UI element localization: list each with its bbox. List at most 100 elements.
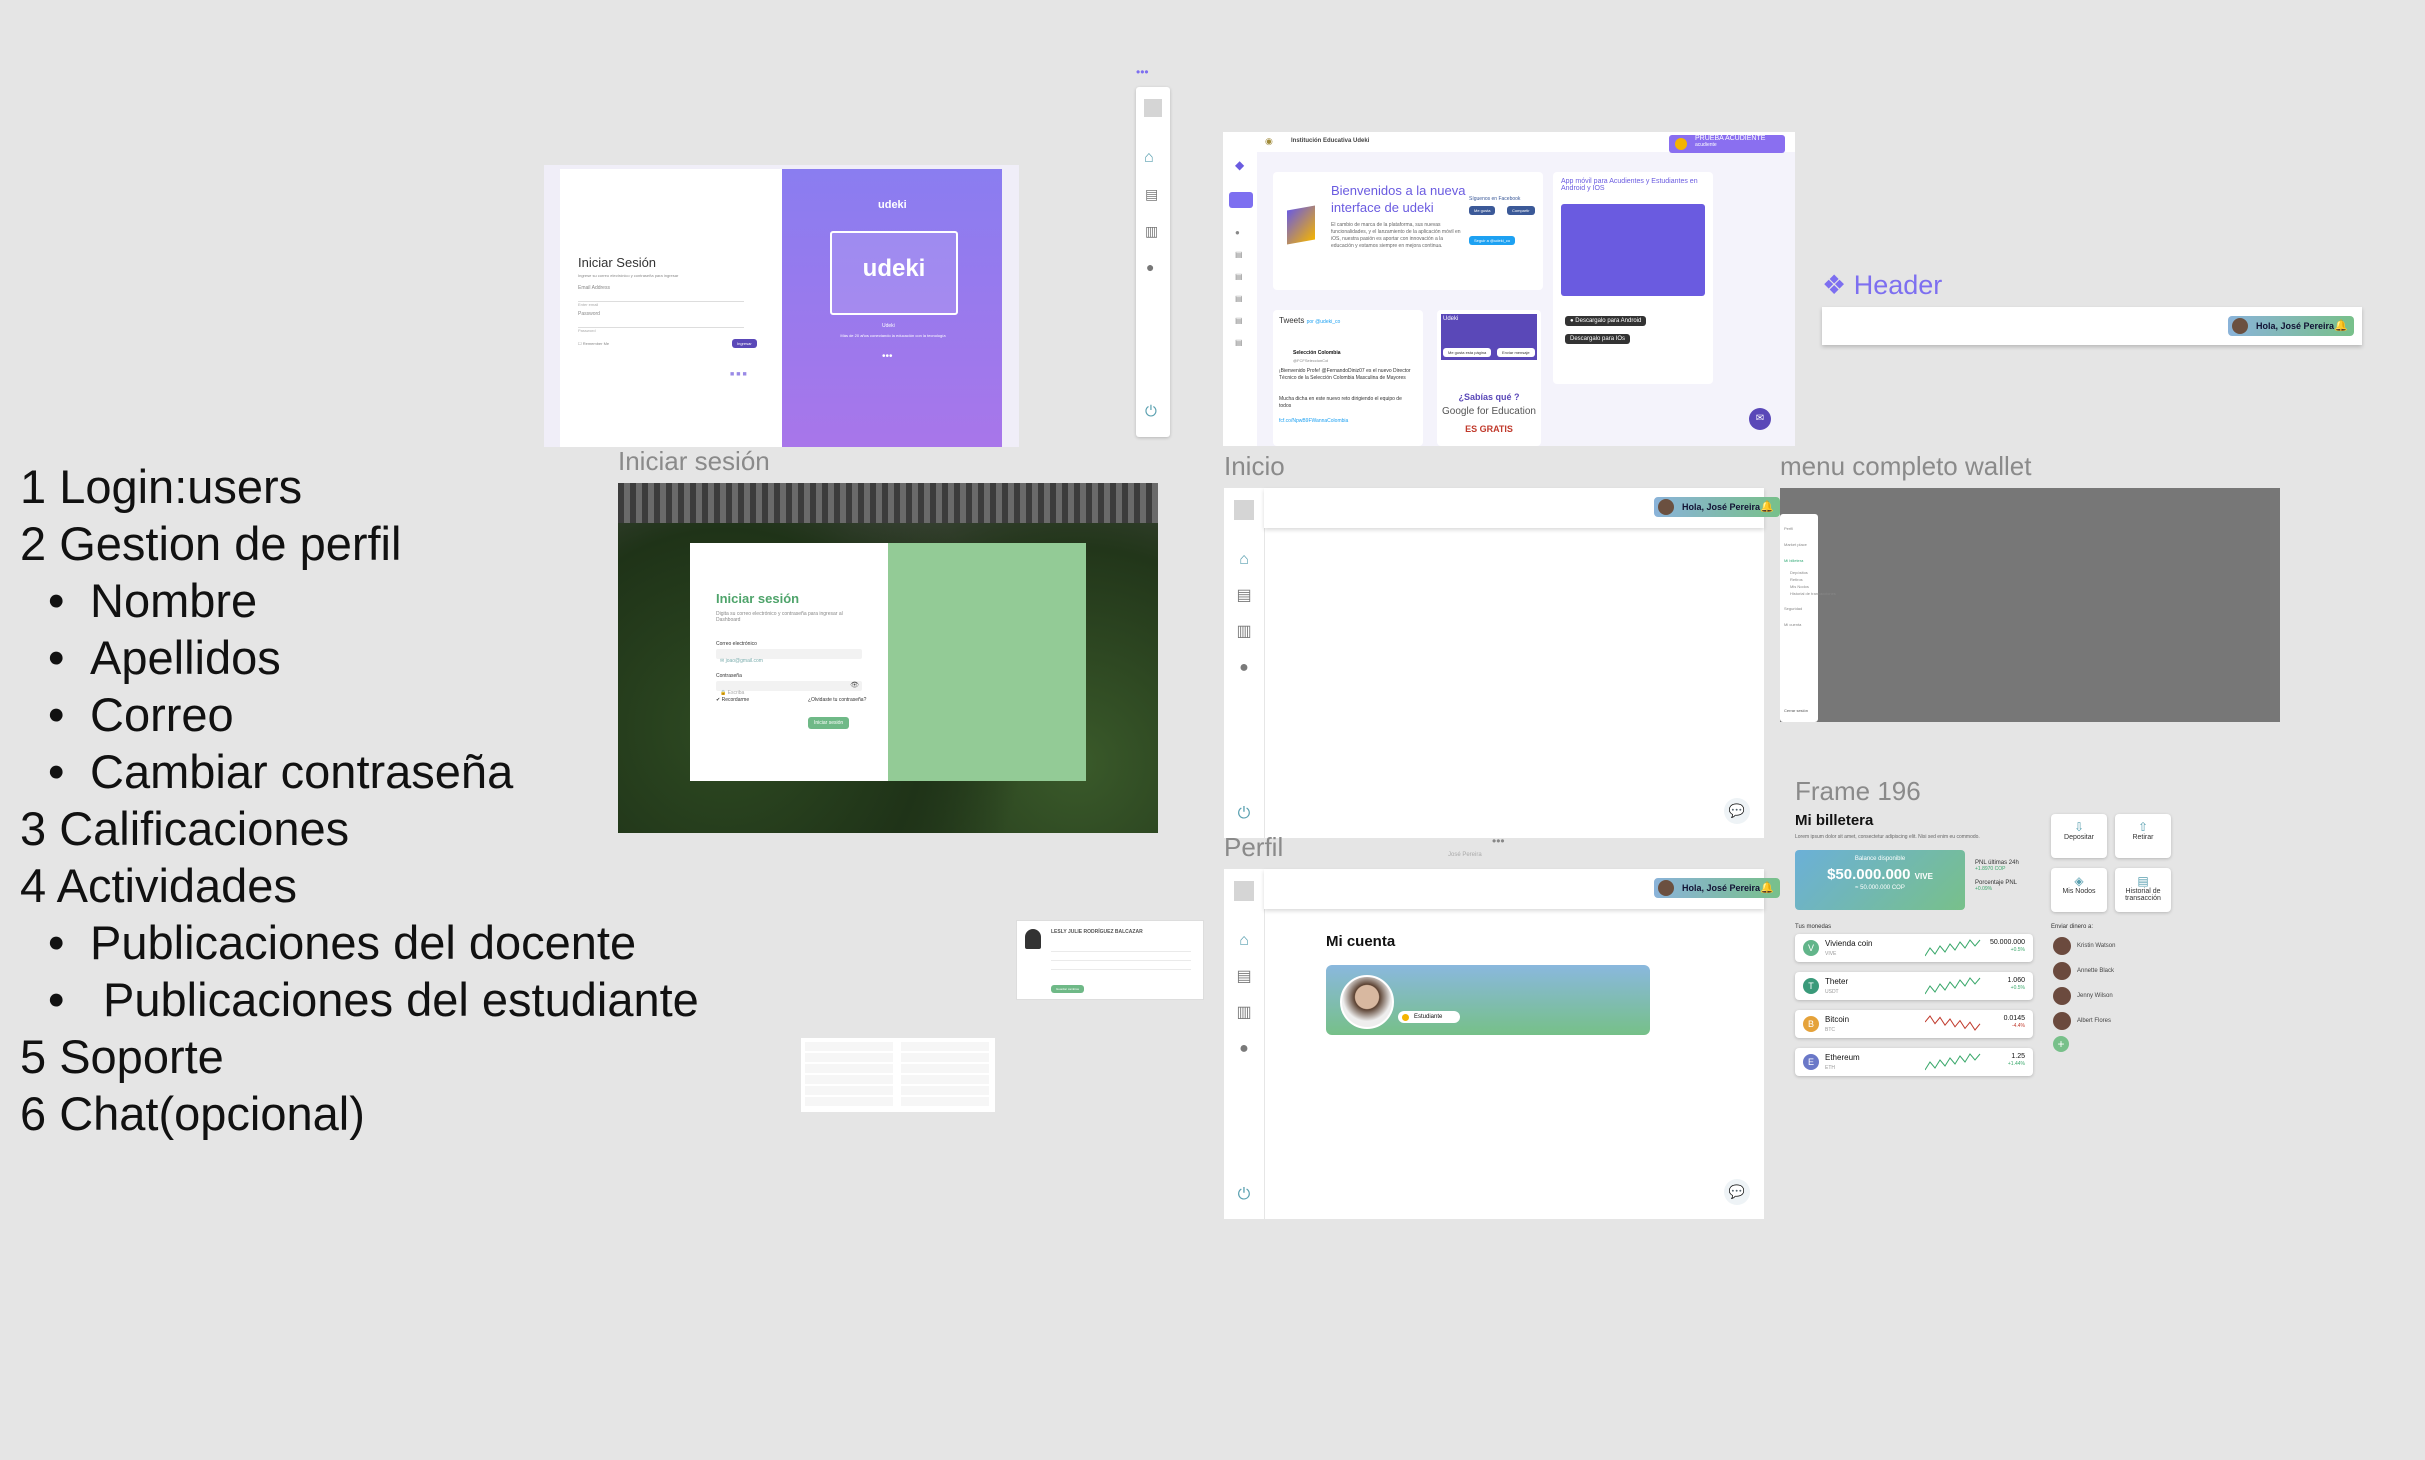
wallet-menu-item[interactable]: Mi cuenta xyxy=(1784,622,1801,627)
old-home-frame: ◉ Institución Educativa Udeki PRUEBA ACU… xyxy=(1223,132,1795,446)
login-title: Iniciar sesión xyxy=(716,591,800,606)
tweet-text: ¡Bienvenido Profe! @FernandoDiniz07 es e… xyxy=(1279,368,1411,381)
power-icon[interactable]: ⏻ xyxy=(1234,1185,1254,1205)
user-greeting-pill[interactable]: Hola, José Pereira 🔔 xyxy=(2228,316,2354,336)
old-home-menu-icons[interactable]: ● ▤ ▤ ▤ ▤ ▤ xyxy=(1235,222,1243,354)
bell-icon[interactable]: 🔔 xyxy=(1760,497,1774,517)
wallet-logout-button[interactable]: Cerrar sesión xyxy=(1784,708,1808,713)
user-greeting-pill[interactable]: Hola, José Pereira 🔔 xyxy=(1654,497,1780,517)
wallet-menu-item[interactable]: Seguridad xyxy=(1784,606,1802,611)
carousel-dots[interactable]: ••• xyxy=(882,351,893,362)
show-password-icon[interactable]: 👁 xyxy=(850,681,859,689)
wallet-action-button[interactable]: ◈ Mis Nodos xyxy=(2051,868,2107,912)
wallet-menu-item[interactable]: Mis Nodos xyxy=(1790,584,1809,589)
login-submit-button[interactable]: Iniciar sesión xyxy=(808,717,850,729)
activities-icon[interactable]: ▥ xyxy=(1234,622,1254,642)
activities-icon[interactable]: ▥ xyxy=(1234,1003,1254,1023)
chat-icon[interactable]: 💬 xyxy=(1724,1179,1750,1205)
bell-icon[interactable]: 🔔 xyxy=(2334,316,2348,336)
activities-icon[interactable]: ▥ xyxy=(1145,223,1158,240)
balance-card: Balance disponible $50.000.000 VIVE ≈ 50… xyxy=(1795,850,1965,910)
profile-avatar[interactable] xyxy=(1340,975,1394,1029)
remember-checkbox[interactable]: ✔ Recordarme xyxy=(716,697,749,703)
coin-row[interactable]: E Ethereum ETH 1.25 +1.44% xyxy=(1795,1048,2033,1076)
my-account-title: Mi cuenta xyxy=(1326,933,1396,950)
user-icon[interactable]: ● xyxy=(1234,658,1254,678)
coin-row[interactable]: T Theter USDT 1.060 +0.5% xyxy=(1795,972,2033,1000)
profile-banner: Estudiante xyxy=(1326,965,1650,1035)
coin-name: Vivienda coin VIVE xyxy=(1825,939,1873,957)
contact-item[interactable]: Kristin Watson xyxy=(2051,936,2115,956)
perfil-sidebar: ⌂ ▤ ▥ ● ⏻ xyxy=(1224,869,1265,1219)
wallet-menu-item[interactable]: Retiros xyxy=(1790,577,1803,582)
login-card: Iniciar sesión Digita su correo electrón… xyxy=(690,543,888,781)
send-money-title: Enviar dinero a: xyxy=(2051,924,2094,930)
email-field[interactable]: ✉ joao@gmail.com xyxy=(716,649,862,664)
activities-list-right xyxy=(901,1042,989,1108)
wallet-frame: Mi billetera Lorem ipsum dolor sit amet,… xyxy=(1795,810,2175,1090)
password-field[interactable]: 🔒 Escriba 👁 xyxy=(716,681,862,696)
old-login-submit[interactable]: Ingresar xyxy=(732,339,757,348)
action-icon: ◈ xyxy=(2074,874,2084,888)
user-icon[interactable]: ● xyxy=(1146,259,1154,275)
fb-page-like-button[interactable]: Me gusta esta página xyxy=(1443,348,1492,357)
wallet-menu-item[interactable]: Market place xyxy=(1784,542,1807,547)
tweet-link[interactable]: fcf.co/NpwB9FWannaColombia xyxy=(1279,418,1348,424)
sidebar-component-handle[interactable]: ••• xyxy=(1136,65,1149,79)
tweet-more: Mucha dicha en este nuevo reto dirigiend… xyxy=(1279,396,1402,409)
contact-item[interactable]: Annette Black xyxy=(2051,961,2114,981)
wallet-menu-item[interactable]: Mi billetera xyxy=(1784,558,1803,563)
coins-title: Tus monedas xyxy=(1795,924,1832,930)
contact-item[interactable]: Albert Flores xyxy=(2051,1011,2111,1031)
old-remember-checkbox[interactable]: ☐ Remember Me xyxy=(578,341,609,346)
old-chat-bubble-icon[interactable]: ✉ xyxy=(1749,408,1771,430)
coin-row[interactable]: V Vivienda coin VIVE 50.000.000 +0.5% xyxy=(1795,934,2033,962)
udeki-logo-large: udeki xyxy=(862,255,926,282)
active-menu-item[interactable] xyxy=(1229,192,1253,208)
user-badge[interactable]: PRUEBA ACUDIENTE acudiente xyxy=(1669,135,1785,153)
power-icon[interactable]: ⏻ xyxy=(1234,804,1254,824)
wallet-action-button[interactable]: ⇩ Depositar xyxy=(2051,814,2107,858)
email-label: Correo electrónico xyxy=(716,641,757,647)
power-icon[interactable]: ⏻ xyxy=(1145,403,1157,420)
bell-icon[interactable]: 🔔 xyxy=(1760,878,1774,898)
thumb-save-button[interactable]: Guardar cambios xyxy=(1051,985,1085,993)
contact-item[interactable]: Jenny Wilson xyxy=(2051,986,2113,1006)
ios-download-button[interactable]: Descargalo para IOs xyxy=(1565,334,1631,344)
old-social-icons[interactable]: ■■■ xyxy=(730,371,749,378)
android-download-button[interactable]: ● Descargalo para Android xyxy=(1565,316,1647,326)
note-bullet-item: Nombre xyxy=(20,572,699,629)
fb-send-button[interactable]: Enviar mensaje xyxy=(1497,348,1535,357)
note-heading: 4 Actividades xyxy=(20,859,297,912)
twitter-follow-button[interactable]: Seguir a @udeki_co xyxy=(1469,236,1516,245)
wallet-action-button[interactable]: ⇧ Retirar xyxy=(2115,814,2171,858)
add-contact-button[interactable]: + xyxy=(2053,1036,2069,1052)
grades-icon[interactable]: ▤ xyxy=(1145,186,1158,203)
home-icon[interactable]: ⌂ xyxy=(1234,550,1254,570)
grades-icon[interactable]: ▤ xyxy=(1234,586,1254,606)
coin-row[interactable]: B Bitcoin BTC 0.0145 -4.4% xyxy=(1795,1010,2033,1038)
fb-share-button[interactable]: Compartir xyxy=(1507,206,1535,215)
wallet-menu-item[interactable]: Historial de transacciones xyxy=(1790,591,1836,596)
grades-icon[interactable]: ▤ xyxy=(1234,967,1254,987)
forgot-password-link[interactable]: ¿Olvidaste tu contraseña? xyxy=(808,697,866,703)
old-password-input[interactable]: Password xyxy=(578,319,744,333)
home-icon[interactable]: ⌂ xyxy=(1144,149,1154,167)
sabias-heading: ¿Sabías qué ? xyxy=(1458,392,1520,402)
perfil-handle[interactable]: ••• xyxy=(1492,834,1505,848)
chat-icon[interactable]: 💬 xyxy=(1724,798,1750,824)
old-email-input[interactable]: Enter email xyxy=(578,293,744,307)
user-greeting-pill[interactable]: Hola, José Pereira 🔔 xyxy=(1654,878,1780,898)
udeki-cube-logo xyxy=(1287,205,1315,245)
home-icon[interactable]: ⌂ xyxy=(1234,931,1254,951)
wallet-action-button[interactable]: ▤ Historial de transacción xyxy=(2115,868,2171,912)
coin-name: Ethereum ETH xyxy=(1825,1053,1860,1071)
user-icon[interactable]: ● xyxy=(1234,1039,1254,1059)
welcome-body: El cambio de marca de la plataforma, sus… xyxy=(1331,222,1461,249)
avatar xyxy=(1658,499,1674,515)
fb-like-button[interactable]: Me gusta xyxy=(1469,206,1496,215)
note-bullet-item: Apellidos xyxy=(20,629,699,686)
wallet-menu-item[interactable]: Depósitos xyxy=(1790,570,1808,575)
wallet-menu-item[interactable]: Perfil xyxy=(1784,526,1793,531)
coin-icon: E xyxy=(1803,1054,1819,1070)
